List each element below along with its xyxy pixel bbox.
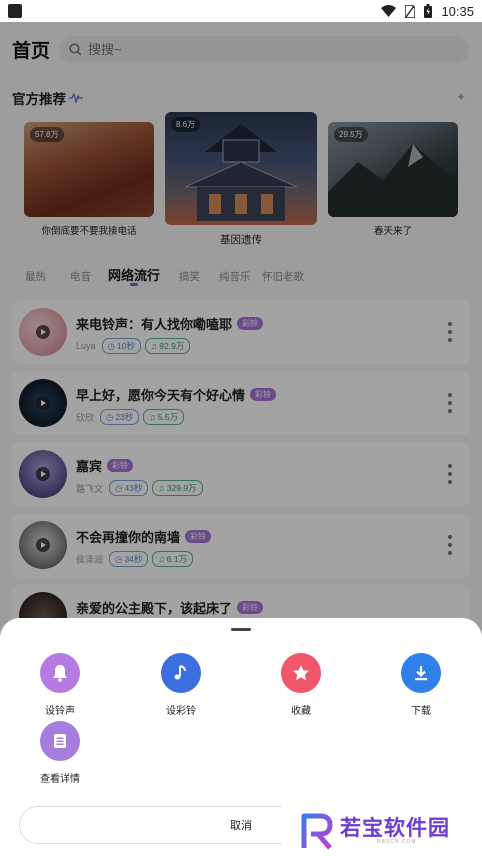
action-label: 收藏 (291, 706, 311, 717)
star-icon (281, 653, 321, 693)
watermark-subtext: RBSCN.COM (377, 839, 417, 845)
list-icon (40, 721, 80, 761)
clock: 10:35 (441, 3, 474, 19)
wifi-icon (381, 5, 397, 17)
action-label: 查看详情 (40, 774, 80, 785)
action-label: 下载 (411, 706, 431, 717)
set-caller-ringtone-button[interactable]: 设彩铃 (141, 653, 221, 717)
watermark-text: 若宝软件园 (340, 817, 450, 840)
battery-icon (424, 4, 433, 18)
bell-icon (40, 653, 80, 693)
action-label: 设铃声 (45, 706, 75, 717)
drag-handle[interactable] (231, 628, 251, 631)
watermark-logo: 若宝软件园 RBSCN.COM (282, 804, 472, 856)
notification-icon (8, 4, 22, 18)
download-button[interactable]: 下载 (381, 653, 461, 717)
set-ringtone-button[interactable]: 设铃声 (20, 653, 100, 717)
action-label: 设彩铃 (166, 706, 196, 717)
music-note-icon (161, 653, 201, 693)
view-details-button[interactable]: 查看详情 (20, 721, 100, 785)
watermark-r-icon (301, 813, 333, 850)
favorite-button[interactable]: 收藏 (261, 653, 341, 717)
status-bar: 10:35 (0, 0, 482, 22)
no-sim-icon (405, 4, 416, 18)
download-icon (401, 653, 441, 693)
